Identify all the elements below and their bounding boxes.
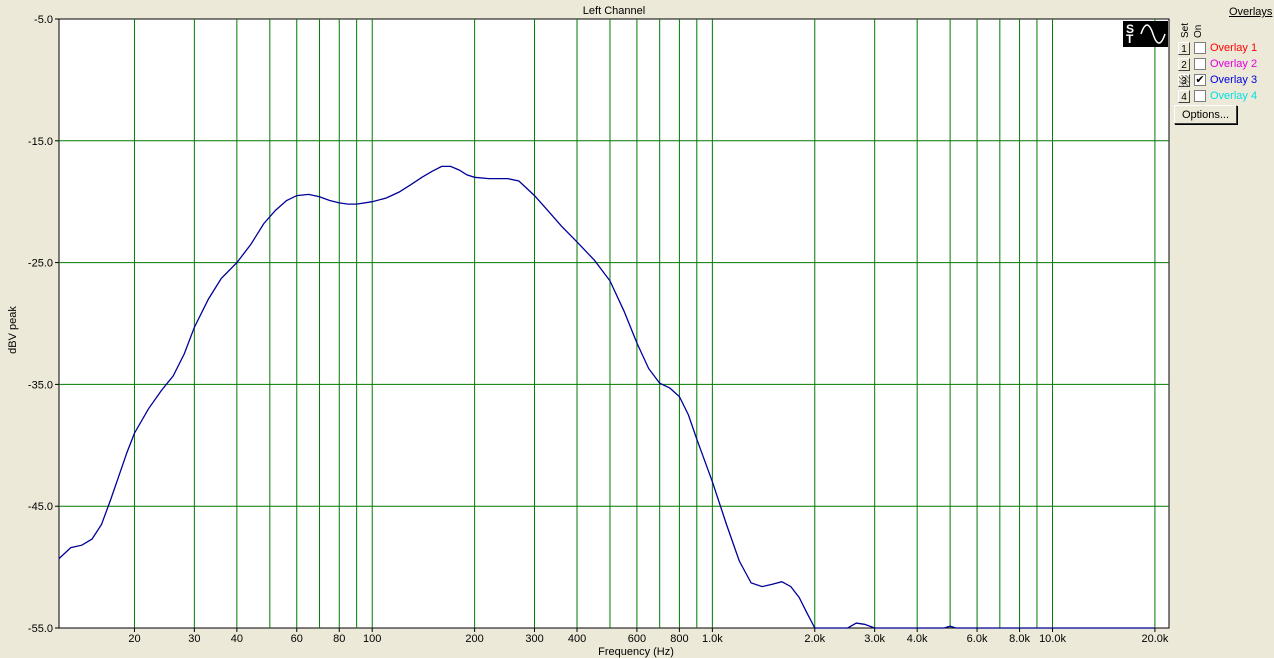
x-tick-label: 6.0k bbox=[967, 633, 988, 645]
overlay-set-button-4[interactable]: 4 bbox=[1178, 90, 1190, 103]
x-tick-label: 80 bbox=[333, 633, 345, 645]
chart-title: Left Channel bbox=[583, 5, 645, 17]
y-tick-label: -35.0 bbox=[28, 379, 53, 391]
set-column-label: Set bbox=[1180, 22, 1191, 38]
x-tick-label: 2.0k bbox=[804, 633, 825, 645]
overlay-set-button-1[interactable]: 1 bbox=[1178, 42, 1190, 55]
options-button[interactable]: Options... bbox=[1174, 105, 1237, 124]
overlays-title: Overlays bbox=[1229, 6, 1273, 18]
sine-wave-icon bbox=[1140, 24, 1166, 44]
x-axis-label: Frequency (Hz) bbox=[598, 646, 674, 658]
overlay-checkbox-3[interactable]: ✔ bbox=[1194, 74, 1206, 86]
overlay-set-button-2[interactable]: 2 bbox=[1178, 58, 1190, 71]
x-tick-label: 60 bbox=[291, 633, 303, 645]
plot-area bbox=[58, 18, 1170, 629]
x-tick-label: 20.0k bbox=[1141, 633, 1168, 645]
x-tick-label: 4.0k bbox=[907, 633, 928, 645]
y-axis-ticks: -5.0 -15.0 -25.0 -35.0 -45.0 -55.0 bbox=[28, 14, 59, 635]
x-tick-label: 400 bbox=[568, 633, 586, 645]
overlay-checkbox-1[interactable] bbox=[1194, 42, 1206, 54]
overlay-label-4: Overlay 4 bbox=[1210, 90, 1258, 102]
on-column-label: On bbox=[1193, 24, 1204, 38]
x-tick-label: 30 bbox=[188, 633, 200, 645]
st-logo-text: ST bbox=[1126, 22, 1135, 46]
x-tick-label: 200 bbox=[465, 633, 483, 645]
overlay-checkbox-4[interactable] bbox=[1194, 90, 1206, 102]
y-tick-label: -25.0 bbox=[28, 258, 53, 270]
st-logo: ST bbox=[1123, 21, 1168, 47]
chart: Left Channel -5.0 -15.0 -25.0 -35.0 -45.0 -55… bbox=[7, 5, 1170, 658]
x-tick-label: 3.0k bbox=[864, 633, 885, 645]
x-tick-label: 300 bbox=[525, 633, 543, 645]
overlay-checkbox-2[interactable] bbox=[1194, 58, 1206, 70]
x-tick-label: 20 bbox=[128, 633, 140, 645]
x-tick-label: 100 bbox=[363, 633, 381, 645]
x-tick-label: 800 bbox=[670, 633, 688, 645]
x-tick-label: 600 bbox=[628, 633, 646, 645]
x-axis-ticks: 20 30 40 60 80 100 200 300 400 600 800 1.0k 2.0k 3.0k… bbox=[128, 628, 1169, 645]
overlay-label-2: Overlay 2 bbox=[1210, 58, 1258, 70]
overlay-set-button-3[interactable]: 3 bbox=[1178, 74, 1190, 87]
y-tick-label: -55.0 bbox=[28, 623, 53, 635]
x-tick-label: 1.0k bbox=[702, 633, 723, 645]
overlay-label-3: Overlay 3 bbox=[1210, 74, 1258, 86]
y-tick-label: -15.0 bbox=[28, 136, 53, 148]
y-tick-label: -45.0 bbox=[28, 501, 53, 513]
y-tick-label: -5.0 bbox=[34, 14, 53, 26]
x-tick-label: 8.0k bbox=[1009, 633, 1030, 645]
overlay-label-1: Overlay 1 bbox=[1210, 42, 1258, 54]
x-tick-label: 40 bbox=[231, 633, 243, 645]
y-axis-label: dBV peak bbox=[7, 306, 19, 354]
x-tick-label: 10.0k bbox=[1039, 633, 1066, 645]
